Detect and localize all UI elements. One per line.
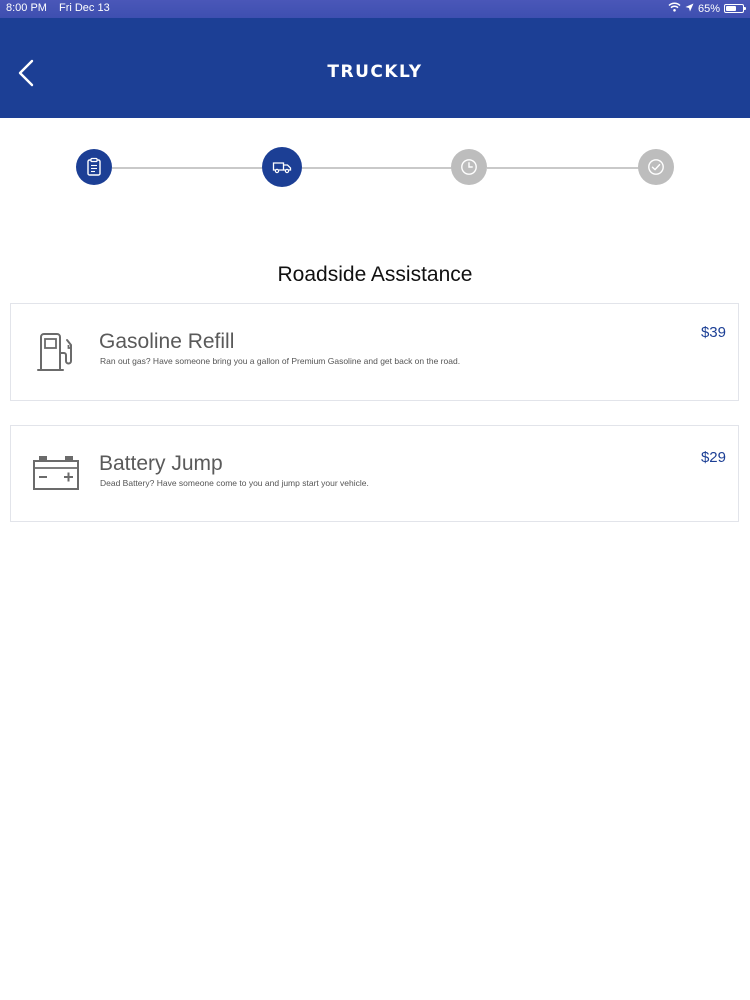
step-connector: [300, 167, 452, 169]
clipboard-icon: [87, 157, 101, 176]
service-title: Battery Jump: [99, 452, 223, 475]
progress-stepper: [0, 147, 750, 188]
app-logo: TRUCKLY: [327, 62, 423, 82]
gas-pump-icon: [33, 330, 81, 374]
status-left: 8:00 PM Fri Dec 13: [6, 2, 110, 14]
service-title: Gasoline Refill: [99, 330, 235, 353]
check-circle-icon: [648, 159, 664, 175]
clock-icon: [461, 159, 477, 175]
status-right: 65%: [668, 2, 746, 15]
status-bar: 8:00 PM Fri Dec 13 65%: [0, 0, 750, 18]
service-card-battery-jump[interactable]: Battery Jump Dead Battery? Have someone …: [10, 425, 739, 522]
page-title: Roadside Assistance: [277, 263, 473, 286]
step-connector: [487, 167, 639, 169]
step-service[interactable]: [262, 147, 302, 187]
battery-level-fill: [726, 6, 737, 11]
step-details[interactable]: [76, 149, 112, 185]
service-card-gasoline-refill[interactable]: Gasoline Refill Ran out gas? Have someon…: [10, 303, 739, 401]
status-time: 8:00 PM: [6, 2, 47, 14]
car-battery-icon: [31, 452, 81, 496]
service-price: $29: [700, 449, 726, 466]
status-date: Fri Dec 13: [58, 2, 110, 14]
wifi-icon: [668, 2, 681, 15]
service-description: Ran out gas? Have someone bring you a ga…: [100, 356, 461, 366]
service-description: Dead Battery? Have someone come to you a…: [100, 478, 369, 488]
battery-icon: [724, 4, 746, 13]
truck-icon: [272, 162, 292, 174]
service-price: $39: [700, 324, 726, 341]
app-header: TRUCKLY: [0, 18, 750, 118]
step-schedule[interactable]: [451, 149, 487, 185]
location-arrow-icon: [685, 3, 694, 15]
battery-percentage: 65%: [697, 2, 720, 15]
step-connector: [112, 167, 264, 169]
step-confirm[interactable]: [638, 149, 674, 185]
